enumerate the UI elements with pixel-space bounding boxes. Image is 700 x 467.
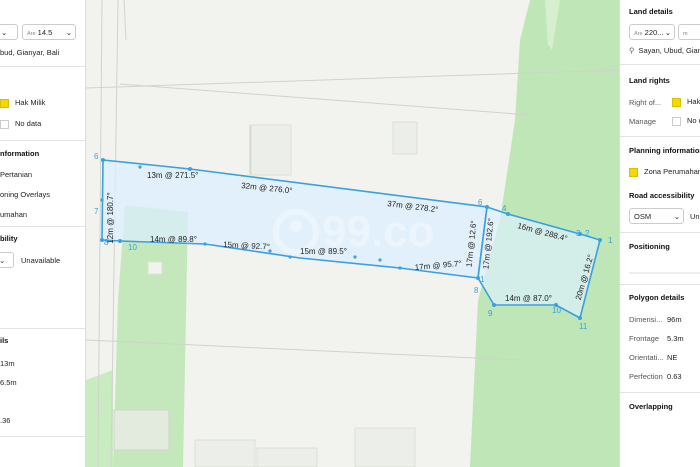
land-right-row: Right of...	[629, 98, 662, 107]
planning-item: Zona Perumahan	[629, 167, 700, 177]
polygon-value: 5.3m	[667, 334, 684, 343]
vertex-marker	[118, 239, 122, 243]
vertex-marker	[506, 212, 510, 216]
map-svg: 99.co 13m @ 271.5° 32m @ 276.0° 37m @ 27…	[86, 0, 619, 467]
accessibility-heading: bility	[0, 234, 18, 243]
pin-icon: ⚲	[629, 46, 635, 55]
vertex-number: 10	[552, 306, 561, 315]
details-value: 13m	[0, 359, 15, 368]
details-value: .36	[0, 416, 11, 425]
polygon-label: Dimensi...	[629, 315, 663, 324]
planning-heading: Planning information	[629, 146, 700, 155]
road-value: Una	[690, 212, 700, 221]
vegetation-area	[86, 370, 113, 467]
vertex-number: 3	[576, 229, 581, 238]
vertex-number: 11	[579, 322, 588, 331]
left-panel: ⌄ Are 14.5 ⌄ bud, Gianyar, Bali Hak Mili…	[0, 0, 86, 467]
location-text: bud, Gianyar, Bali	[0, 48, 60, 57]
polygon-label: Perfection	[629, 372, 663, 381]
land-right-row: Manage	[629, 117, 657, 126]
road-heading: Road accessibility	[629, 191, 695, 200]
yellow-swatch	[629, 167, 638, 177]
vertex-number: 1	[608, 236, 613, 245]
land-right-no-data: No data	[0, 119, 41, 129]
polygon-label: Frontage	[629, 334, 660, 343]
road-source-select[interactable]: ⌄	[0, 252, 14, 268]
white-swatch	[672, 116, 681, 126]
left-area-select[interactable]: Are 14.5 ⌄	[22, 24, 76, 40]
vertex-marker	[138, 165, 142, 169]
right-area-select[interactable]: Are 220... ⌄	[629, 24, 675, 40]
vertex-number: 9	[488, 309, 493, 318]
land-details-heading: Land details	[629, 7, 673, 16]
planning-item: oning Overlays	[0, 190, 51, 199]
positioning-heading: Positioning	[629, 242, 670, 251]
vertex-number: 8	[104, 238, 109, 247]
vertex-marker	[100, 198, 104, 202]
polygon-value: 0.63	[667, 372, 682, 381]
land-right-value: Hak M	[672, 97, 700, 107]
details-value: 6.5m	[0, 378, 17, 387]
vertex-number: 6	[478, 198, 483, 207]
polygon-value: 96m	[667, 315, 682, 324]
vertex-marker	[492, 303, 496, 307]
vertex-number: 6	[94, 152, 99, 161]
location-row: ⚲Sayan, Ubud, Gianyar	[629, 46, 700, 55]
vertex-marker	[288, 255, 292, 259]
vertex-number: 8	[474, 286, 479, 295]
accessibility-value: Unavailable	[21, 256, 61, 265]
segment-label: 12m @ 180.7°	[106, 192, 115, 243]
vertex-number: 4	[502, 204, 507, 213]
chevron-down-icon: ⌄	[1, 28, 8, 37]
vertex-marker	[578, 316, 582, 320]
vertex-marker	[598, 238, 602, 242]
land-right-hak-milik: Hak Milik	[0, 98, 45, 108]
planning-item: Pertanian	[0, 170, 33, 179]
polygon-heading: Polygon details	[629, 293, 685, 302]
map-canvas[interactable]: 99.co 13m @ 271.5° 32m @ 276.0° 37m @ 27…	[86, 0, 619, 467]
area-value: 14.5	[37, 28, 53, 37]
polygon-label: Orientati...	[629, 353, 664, 362]
details-heading: ils	[0, 336, 9, 345]
vertex-number: 10	[128, 243, 137, 252]
right-panel: Land details Are 220... ⌄ m ⚲ Sayan, Ubud…	[619, 0, 700, 467]
planning-heading: nformation	[0, 149, 40, 158]
segment-label: 13m @ 271.5°	[147, 171, 198, 180]
vertex-number: 7	[94, 207, 99, 216]
land-right-value: No da	[672, 116, 700, 126]
right-unit-select[interactable]: m	[678, 24, 700, 40]
planning-item: umahan	[0, 210, 28, 219]
left-unit-select[interactable]: ⌄	[0, 24, 18, 40]
land-rights-heading: Land rights	[629, 76, 670, 85]
vertex-marker	[101, 158, 105, 162]
vertex-marker	[398, 266, 402, 270]
segment-label: 14m @ 87.0°	[505, 294, 552, 303]
vertex-marker	[485, 205, 489, 209]
vertex-number: 2	[585, 229, 590, 238]
overlapping-heading: Overlapping	[629, 402, 673, 411]
chevron-down-icon: ⌄	[673, 212, 680, 221]
road-source-select[interactable]: OSM ⌄	[629, 208, 684, 224]
yellow-swatch	[672, 97, 681, 107]
vertex-marker	[378, 258, 382, 262]
area-value: 220...	[644, 28, 664, 37]
white-swatch	[0, 119, 9, 129]
area-prefix: Are	[27, 31, 36, 37]
vertex-number: 1	[480, 275, 485, 284]
segment-label: 15m @ 89.5°	[300, 247, 347, 256]
segment-label: 14m @ 89.8°	[150, 235, 197, 244]
polygon-value: NE	[667, 353, 678, 362]
positioning-bar	[629, 272, 700, 274]
chevron-down-icon: ⌄	[65, 28, 72, 37]
yellow-swatch	[0, 98, 9, 108]
chevron-down-icon: ⌄	[0, 256, 5, 265]
vertex-marker	[203, 242, 207, 246]
chevron-down-icon: ⌄	[664, 28, 671, 37]
